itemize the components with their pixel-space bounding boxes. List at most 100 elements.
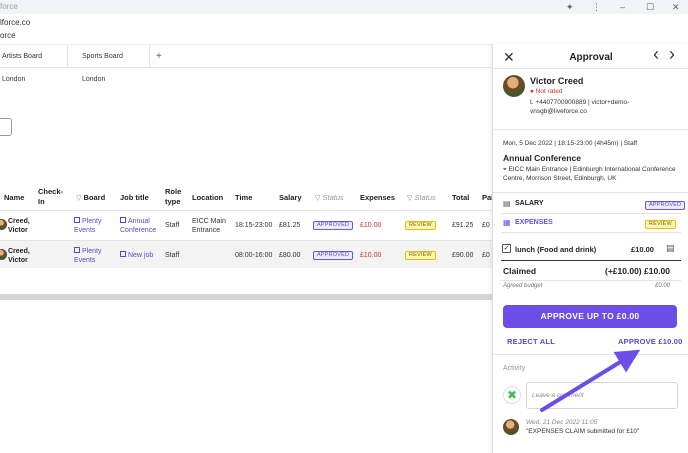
cell-board[interactable]: Plenty Events bbox=[74, 247, 114, 265]
status-badge[interactable]: APPROVED bbox=[313, 221, 354, 230]
site-name: orce bbox=[0, 31, 16, 40]
prev-icon[interactable]: ‹ bbox=[653, 44, 659, 65]
tab-artists-board-london[interactable]: Artists Board London bbox=[0, 45, 68, 83]
cell-expenses: £10.00 bbox=[360, 222, 382, 229]
external-link-icon bbox=[74, 217, 80, 223]
cell-board[interactable]: Plenty Events bbox=[74, 217, 114, 235]
col-status-salary[interactable]: ▽ Status bbox=[315, 193, 344, 204]
person-name[interactable]: Victor Creed bbox=[530, 76, 583, 86]
col-salary[interactable]: Salary bbox=[279, 193, 302, 203]
divider bbox=[501, 260, 681, 261]
col-role-type[interactable]: Role type bbox=[165, 187, 187, 207]
person-contact: t. +4407700900889 | victor+demo-vnsgb@li… bbox=[530, 99, 630, 115]
divider bbox=[493, 192, 688, 193]
status-badge[interactable]: REVIEW bbox=[405, 251, 436, 260]
cell-salary: £81.25 bbox=[279, 222, 301, 229]
divider bbox=[501, 213, 681, 214]
cell-name[interactable]: Creed, Victor bbox=[8, 247, 36, 265]
approval-panel: ✕ Approval ‹ › Victor Creed ● Not rated … bbox=[492, 44, 688, 453]
col-board[interactable]: ▽ Board bbox=[76, 193, 105, 204]
salary-label: SALARY bbox=[515, 200, 544, 207]
rating-label: Not rated bbox=[535, 88, 563, 95]
receipt-icon[interactable]: ▤ bbox=[666, 243, 675, 254]
cell-job-title[interactable]: Annual Conference bbox=[120, 217, 160, 235]
status-badge[interactable]: REVIEW bbox=[405, 221, 436, 230]
address-bar-url[interactable]: lforce.co bbox=[0, 18, 30, 27]
rating: ● Not rated bbox=[530, 88, 563, 95]
expense-item-amount: £10.00 bbox=[631, 245, 654, 254]
cell-location: EICC Main Entrance bbox=[192, 218, 226, 234]
user-identicon-icon: ✖ bbox=[507, 388, 518, 402]
avatar bbox=[0, 219, 7, 230]
minimize-icon[interactable]: – bbox=[620, 1, 625, 13]
expense-checkbox[interactable]: ✓ bbox=[502, 244, 511, 253]
external-link-icon bbox=[120, 251, 126, 257]
window-close-icon[interactable]: ✕ bbox=[672, 1, 680, 13]
approve-button[interactable]: APPROVE £10.00 bbox=[618, 337, 683, 346]
divider bbox=[493, 354, 688, 355]
col-name[interactable]: Name bbox=[4, 193, 24, 203]
tab-label: Artists Board London bbox=[2, 53, 43, 83]
board-tabs: Artists Board London Sports Board London… bbox=[0, 44, 492, 83]
browser-chrome: force ✦ ⋮ – ☐ ✕ lforce.co orce bbox=[0, 0, 688, 44]
extensions-icon[interactable]: ✦ bbox=[566, 1, 574, 13]
col-job-title[interactable]: Job title bbox=[120, 193, 149, 203]
agreed-budget-value: £0.00 bbox=[655, 283, 671, 289]
tab-sports-board-london[interactable]: Sports Board London bbox=[76, 45, 150, 83]
salary-status-badge[interactable]: APPROVED bbox=[645, 201, 686, 210]
col-time[interactable]: Time bbox=[235, 193, 252, 203]
cell-paid: £0 bbox=[482, 252, 490, 259]
cell-time: 08:00-16:00 bbox=[235, 252, 273, 259]
filter-button[interactable] bbox=[0, 118, 12, 136]
divider bbox=[501, 232, 681, 233]
window-titlebar: force ✦ ⋮ – ☐ ✕ bbox=[0, 0, 688, 14]
shift-datetime: Mon, 5 Dec 2022 | 18:15-23:00 (4h45m) | … bbox=[503, 140, 638, 147]
claimed-value: (+£10.00) £10.00 bbox=[605, 266, 670, 276]
table-row[interactable]: Creed, Victor Plenty Events Annual Confe… bbox=[0, 210, 492, 238]
col-status-expenses[interactable]: ▽ Status bbox=[407, 193, 436, 204]
col-status-label: Status bbox=[322, 193, 344, 202]
shift-address-text: EICC Main Entrance | Edinburgh Internati… bbox=[503, 166, 676, 182]
cell-expenses: £10.00 bbox=[360, 252, 382, 259]
approve-up-to-button[interactable]: APPROVE UP TO £0.00 bbox=[503, 305, 677, 328]
location-pin-icon: ⌖ bbox=[503, 166, 507, 173]
event-title: Annual Conference bbox=[503, 153, 581, 163]
filter-icon[interactable]: ▽ bbox=[315, 195, 320, 202]
cell-total: £90.00 bbox=[452, 252, 474, 259]
col-total[interactable]: Total bbox=[452, 193, 469, 203]
avatar bbox=[503, 75, 525, 97]
external-link-icon bbox=[74, 247, 80, 253]
reject-all-button[interactable]: REJECT ALL bbox=[507, 337, 555, 346]
cell-name[interactable]: Creed, Victor bbox=[8, 217, 36, 235]
activity-entry-text: "EXPENSES CLAIM submitted for £10" bbox=[526, 428, 640, 435]
next-icon[interactable]: › bbox=[669, 44, 675, 65]
maximize-icon[interactable]: ☐ bbox=[646, 1, 654, 13]
cell-role-type: Staff bbox=[165, 222, 180, 229]
comment-placeholder: Leave a comment bbox=[532, 392, 584, 399]
agreed-budget-label: Agreed budget bbox=[503, 283, 543, 289]
status-badge[interactable]: APPROVED bbox=[313, 251, 354, 260]
comment-input[interactable]: Leave a comment bbox=[526, 382, 678, 409]
table-row[interactable]: Creed, Victor Plenty Events New job Staf… bbox=[0, 240, 492, 268]
current-user-avatar: ✖ bbox=[503, 386, 521, 404]
external-link-icon bbox=[120, 217, 126, 223]
add-tab-button[interactable]: + bbox=[156, 45, 162, 68]
cell-job-title[interactable]: New job bbox=[120, 251, 160, 260]
horizontal-scrollbar[interactable] bbox=[0, 294, 492, 300]
browser-menu-icon[interactable]: ⋮ bbox=[592, 1, 601, 13]
col-status-label: Status bbox=[414, 193, 436, 202]
expense-item-label: lunch (Food and drink) bbox=[515, 245, 597, 254]
filter-icon[interactable]: ▽ bbox=[407, 195, 412, 202]
salary-icon: ▤ bbox=[503, 199, 511, 208]
filter-icon[interactable]: ▽ bbox=[76, 195, 81, 202]
window-title: force bbox=[0, 2, 18, 11]
expenses-status-badge[interactable]: REVIEW bbox=[645, 220, 676, 229]
col-checkin[interactable]: Check-In bbox=[38, 187, 64, 207]
cell-salary: £80.00 bbox=[279, 252, 301, 259]
cell-job-title-label: New job bbox=[128, 252, 154, 259]
col-expenses[interactable]: Expenses bbox=[360, 193, 395, 203]
tab-label: Sports Board London bbox=[82, 53, 123, 83]
cell-total: £91.25 bbox=[452, 222, 474, 229]
activity-entry-time: Wed, 21 Dec 2022 11:05 bbox=[526, 419, 598, 426]
col-location[interactable]: Location bbox=[192, 193, 223, 203]
